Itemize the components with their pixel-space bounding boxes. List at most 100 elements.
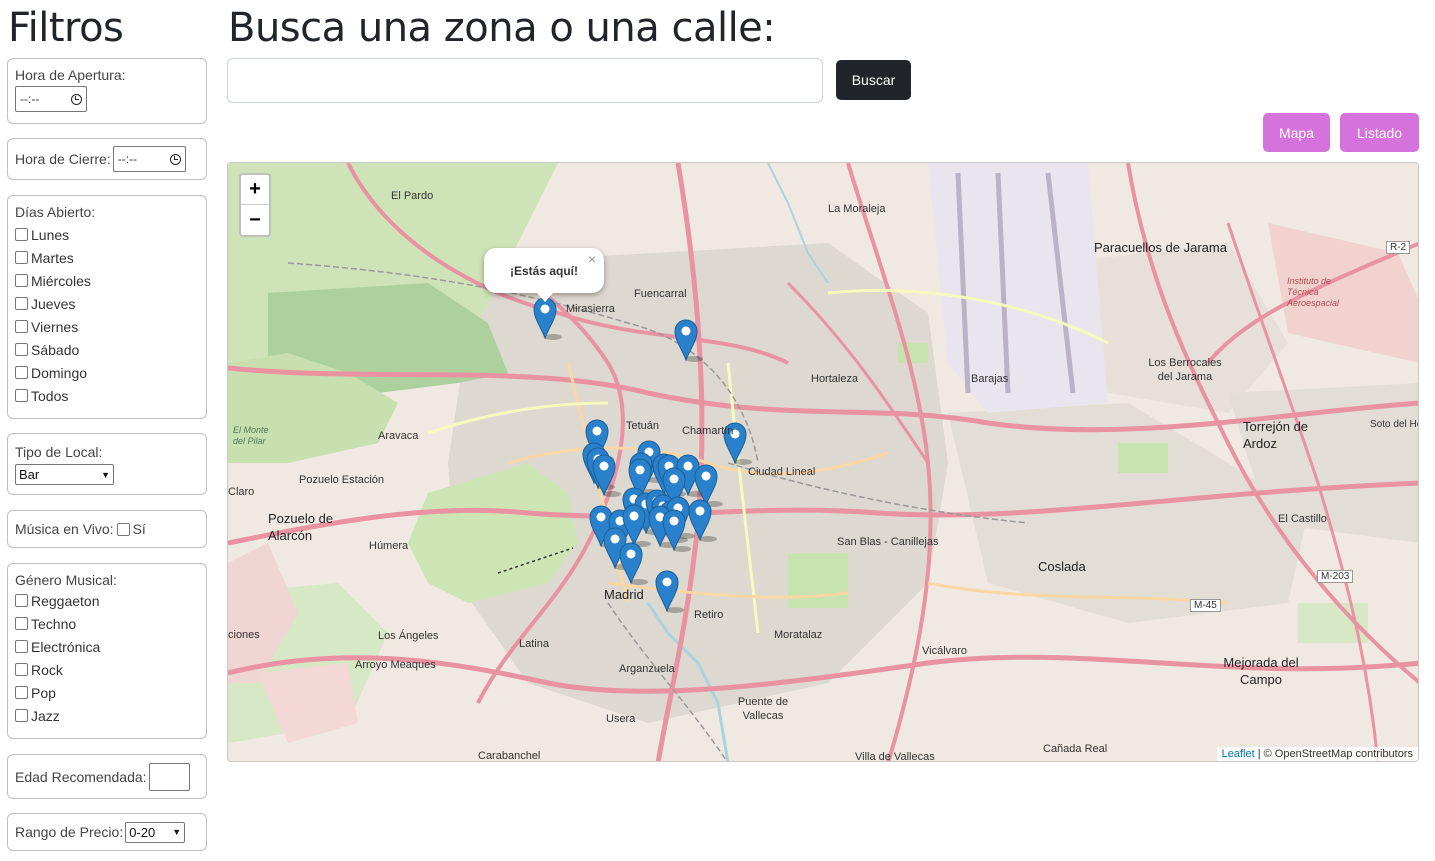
genre-checkbox[interactable] <box>15 709 28 722</box>
place-label: ciones <box>228 629 260 641</box>
genre-option-reggaeton[interactable]: Reggaeton <box>15 589 199 612</box>
venue-type-filter: Tipo de Local: Bar ▼ <box>7 433 207 495</box>
place-label: Fuencarral <box>634 288 687 300</box>
music-genre-label: Género Musical: <box>15 572 117 588</box>
close-icon[interactable]: × <box>588 251 596 267</box>
genre-label: Rock <box>31 661 63 678</box>
genre-checkbox[interactable] <box>15 640 28 653</box>
closing-hour-label: Hora de Cierre: <box>15 151 111 167</box>
open-days-label: Días Abierto: <box>15 204 96 220</box>
genre-label: Pop <box>31 684 56 701</box>
search-input[interactable] <box>227 58 823 103</box>
genre-option-pop[interactable]: Pop <box>15 681 199 704</box>
opening-hour-value: --:-- <box>20 92 40 106</box>
place-label: San Blas - Canillejas <box>837 536 939 548</box>
map-marker-icon[interactable] <box>655 570 684 613</box>
clock-icon[interactable] <box>71 93 82 105</box>
day-checkbox[interactable] <box>15 274 28 287</box>
day-label: Martes <box>31 249 74 266</box>
day-option-sabado[interactable]: Sábado <box>15 338 199 361</box>
genre-option-techno[interactable]: Techno <box>15 612 199 635</box>
day-option-domingo[interactable]: Domingo <box>15 361 199 384</box>
zoom-in-button[interactable]: + <box>241 175 269 205</box>
day-label: Sábado <box>31 341 80 358</box>
zoom-out-button[interactable]: − <box>241 205 269 235</box>
day-option-jueves[interactable]: Jueves <box>15 292 199 315</box>
map-marker-icon[interactable] <box>674 319 703 362</box>
leaflet-link[interactable]: Leaflet <box>1222 748 1255 760</box>
place-label: Moratalaz <box>774 629 823 641</box>
road-label: M-45 <box>1190 599 1221 612</box>
place-label: Carabanchel <box>478 750 541 762</box>
closing-hour-input[interactable]: --:-- <box>112 146 186 172</box>
day-checkbox[interactable] <box>15 366 28 379</box>
place-label: Hortaleza <box>811 373 859 385</box>
map-marker-icon[interactable] <box>592 454 621 497</box>
genre-label: Reggaeton <box>31 592 100 609</box>
recommended-age-label: Edad Recomendada: <box>15 768 147 785</box>
place-label: Arroyo Meaques <box>355 659 436 671</box>
recommended-age-filter: Edad Recomendada: <box>7 754 207 799</box>
day-option-miercoles[interactable]: Miércoles <box>15 269 199 292</box>
place-label: El Pardo <box>391 190 434 202</box>
filters-title: Filtros <box>8 5 124 51</box>
map-view-button[interactable]: Mapa <box>1263 113 1330 152</box>
place-label: Húmera <box>369 540 409 552</box>
place-label: Villa de Vallecas <box>855 751 935 762</box>
opening-hour-input[interactable]: --:-- <box>15 86 87 112</box>
location-popup: ¡Estás aquí! × <box>484 248 604 302</box>
day-checkbox[interactable] <box>15 251 28 264</box>
day-label: Domingo <box>31 364 88 381</box>
place-label: Pozuelo Estación <box>299 474 384 486</box>
price-range-select[interactable]: 0-20 ▼ <box>125 821 186 843</box>
venue-type-value: Bar <box>19 467 40 482</box>
genre-label: Electrónica <box>31 638 101 655</box>
day-checkbox[interactable] <box>15 297 28 310</box>
day-checkbox[interactable] <box>15 343 28 356</box>
place-label: Arganzuela <box>619 663 675 675</box>
genre-label: Jazz <box>31 707 60 724</box>
zoom-control: + − <box>239 173 271 237</box>
day-option-todos[interactable]: Todos <box>15 384 199 407</box>
popup-tip <box>536 292 554 302</box>
place-label: Torrejón de Ardoz <box>1243 419 1309 451</box>
place-label: Mejorada del Campo <box>1223 655 1299 687</box>
day-checkbox[interactable] <box>15 389 28 402</box>
clock-icon[interactable] <box>169 153 181 165</box>
day-option-viernes[interactable]: Viernes <box>15 315 199 338</box>
day-label: Miércoles <box>31 272 91 289</box>
map-marker-icon[interactable] <box>619 542 648 585</box>
venue-type-select[interactable]: Bar ▼ <box>15 464 114 485</box>
place-label: Chamartín <box>682 425 734 437</box>
live-music-checkbox[interactable] <box>116 522 130 536</box>
place-label: Aravaca <box>378 430 419 442</box>
price-range-filter: Rango de Precio: 0-20 ▼ <box>7 813 207 851</box>
genre-checkbox[interactable] <box>15 594 28 607</box>
genre-label: Techno <box>31 615 77 632</box>
genre-option-jazz[interactable]: Jazz <box>15 704 199 727</box>
day-label: Todos <box>31 387 69 404</box>
place-label: Tetuán <box>626 420 660 432</box>
live-music-label: Música en Vivo: <box>15 521 114 537</box>
list-view-button[interactable]: Listado <box>1340 113 1419 152</box>
day-checkbox[interactable] <box>15 228 28 241</box>
map-marker-icon[interactable] <box>533 297 562 340</box>
road-label: R-2 <box>1386 241 1411 254</box>
search-heading: Busca una zona o una calle: <box>228 5 776 51</box>
day-option-lunes[interactable]: Lunes <box>15 223 199 246</box>
place-label: Claro <box>228 486 255 498</box>
place-label: Latina <box>519 638 549 650</box>
place-label: El Castillo <box>1278 513 1327 525</box>
genre-checkbox[interactable] <box>15 663 28 676</box>
genre-checkbox[interactable] <box>15 617 28 630</box>
map-view[interactable]: El Pardo La Moraleja Paracuellos de Jara… <box>227 162 1419 762</box>
opening-hour-label: Hora de Apertura: <box>15 67 126 83</box>
place-label: Los Berrocales del Jarama <box>1148 357 1222 383</box>
recommended-age-input[interactable] <box>148 762 190 791</box>
day-checkbox[interactable] <box>15 320 28 333</box>
day-option-martes[interactable]: Martes <box>15 246 199 269</box>
genre-option-electronica[interactable]: Electrónica <box>15 635 199 658</box>
genre-option-rock[interactable]: Rock <box>15 658 199 681</box>
genre-checkbox[interactable] <box>15 686 28 699</box>
search-button[interactable]: Buscar <box>836 60 911 100</box>
